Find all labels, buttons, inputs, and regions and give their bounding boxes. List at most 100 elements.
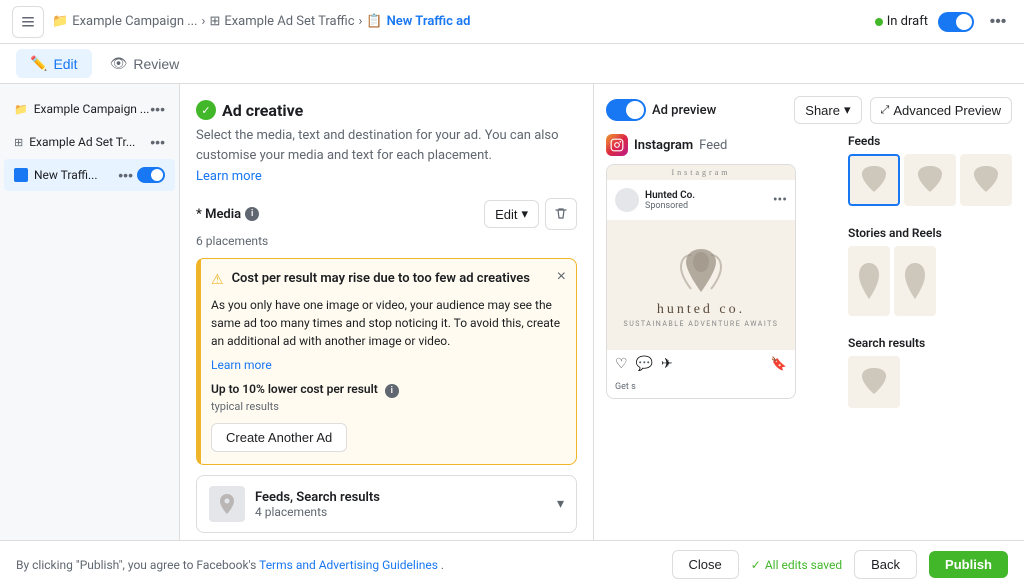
adset-dots-button[interactable]: ••• xyxy=(150,134,165,150)
ad-creative-title: Ad creative xyxy=(222,101,303,120)
stories-thumb-row xyxy=(848,246,1012,316)
preview-thumbs: Feeds xyxy=(848,134,1012,418)
tab-review[interactable]: 👁 Review xyxy=(96,49,194,78)
sidebar-item-ad[interactable]: New Traffi... ••• xyxy=(4,159,175,191)
learn-more-link[interactable]: Learn more xyxy=(196,169,262,184)
share-chevron-icon: ▾ xyxy=(844,102,851,118)
feeds-title: Feeds, Search results xyxy=(255,490,380,505)
preview-content: Instagram Feed Instagram Hunted Co. Spon… xyxy=(606,134,1012,418)
ad-creative-desc: Select the media, text and destination f… xyxy=(196,126,577,165)
ig-mock-header: Hunted Co. Sponsored ••• xyxy=(607,180,795,220)
main-content: 📁 Example Campaign ... ••• ⊞ Example Ad … xyxy=(0,84,1024,540)
thumb-feed-1[interactable] xyxy=(848,154,900,206)
feeds-subtitle: 4 placements xyxy=(255,505,380,519)
placements-count: 6 placements xyxy=(196,234,577,248)
feeds-thumbnail xyxy=(209,486,245,522)
chevron-down-icon: ▾ xyxy=(521,206,528,222)
media-row: * Media i Edit ▾ xyxy=(196,198,577,230)
bottom-bar: By clicking "Publish", you agree to Face… xyxy=(0,540,1024,588)
warning-header: ⚠ Cost per result may rise due to too fe… xyxy=(211,271,562,288)
center-panel: ✓ Ad creative Select the media, text and… xyxy=(180,84,594,540)
feeds-thumb-row xyxy=(848,154,1012,206)
status-badge: In draft xyxy=(875,14,928,29)
media-actions: Edit ▾ xyxy=(484,198,577,230)
ig-more-icon[interactable]: ••• xyxy=(773,192,787,208)
share-button[interactable]: Share ▾ xyxy=(794,96,861,124)
preview-toggle-switch[interactable] xyxy=(606,99,646,121)
ig-tagline: SUSTAINABLE ADVENTURE AWAITS xyxy=(624,320,779,328)
back-button[interactable]: Back xyxy=(854,550,917,579)
up-to-text: Up to 10% lower cost per result i xyxy=(211,382,562,398)
check-saved-icon: ✓ xyxy=(751,558,761,572)
ig-cta: Get s xyxy=(607,378,795,398)
disclaimer-text: By clicking "Publish", you agree to Face… xyxy=(16,558,660,572)
thumb-story-2[interactable] xyxy=(894,246,936,316)
ig-user: Hunted Co. Sponsored xyxy=(615,188,695,212)
media-info-icon[interactable]: i xyxy=(245,207,259,221)
ig-image: hunted co. SUSTAINABLE ADVENTURE AWAITS xyxy=(607,220,795,350)
expand-icon: ⤢ xyxy=(881,104,890,117)
campaign-icon: 📁 xyxy=(52,14,68,29)
delete-media-button[interactable] xyxy=(545,198,577,230)
preview-label: Ad preview xyxy=(652,103,716,118)
adset-icon: ⊞ xyxy=(209,14,220,29)
feeds-section: Feeds xyxy=(848,134,1012,216)
warning-border xyxy=(197,259,201,464)
check-icon: ✓ xyxy=(196,100,216,120)
ad-dots-button[interactable]: ••• xyxy=(118,167,133,183)
edit-icon: ✏️ xyxy=(30,55,47,72)
ig-action-buttons: ♡ 💬 ✈ xyxy=(615,356,673,372)
top-nav: 📁 Example Campaign ... › ⊞ Example Ad Se… xyxy=(0,0,1024,44)
warning-learn-more-link[interactable]: Learn more xyxy=(211,358,562,372)
ig-user-info: Hunted Co. Sponsored xyxy=(645,190,695,211)
stories-section-title: Stories and Reels xyxy=(848,226,1012,240)
ad-blue-icon xyxy=(14,168,28,182)
thumb-feed-3[interactable] xyxy=(960,154,1012,206)
terms-link[interactable]: Terms and Advertising Guidelines xyxy=(259,558,438,572)
advanced-preview-button[interactable]: ⤢ Advanced Preview xyxy=(870,97,1012,124)
more-options-button[interactable]: ••• xyxy=(984,8,1012,36)
up-to-info-icon[interactable]: i xyxy=(385,384,399,398)
status-toggle[interactable] xyxy=(938,12,974,32)
thumb-feed-2[interactable] xyxy=(904,154,956,206)
placement-label: Instagram Feed xyxy=(606,134,838,156)
close-button[interactable]: Close xyxy=(672,550,739,579)
tab-edit[interactable]: ✏️ Edit xyxy=(16,49,92,78)
thumb-story-1[interactable] xyxy=(848,246,890,316)
create-another-ad-button[interactable]: Create Another Ad xyxy=(211,423,347,452)
sidebar-item-campaign[interactable]: 📁 Example Campaign ... ••• xyxy=(4,93,175,125)
ig-avatar xyxy=(615,188,639,212)
preview-main: Instagram Feed Instagram Hunted Co. Spon… xyxy=(606,134,838,418)
sidebar-toggle-button[interactable] xyxy=(12,6,44,38)
breadcrumb-adset[interactable]: ⊞ Example Ad Set Traffic xyxy=(209,14,354,29)
preview-header: Ad preview Share ▾ ⤢ Advanced Preview xyxy=(606,96,1012,124)
warning-close-button[interactable]: × xyxy=(557,269,566,285)
warning-triangle-icon: ⚠ xyxy=(211,272,224,288)
right-panel: Ad preview Share ▾ ⤢ Advanced Preview xyxy=(594,84,1024,540)
feeds-info: Feeds, Search results 4 placements xyxy=(255,490,380,519)
feeds-chevron-icon: ▾ xyxy=(557,496,564,512)
ig-actions: ♡ 💬 ✈ 🔖 xyxy=(607,350,795,378)
ig-heart-icon[interactable]: ♡ xyxy=(615,356,628,372)
instagram-mock: Instagram Hunted Co. Sponsored ••• xyxy=(606,164,796,399)
edit-review-bar: ✏️ Edit 👁 Review xyxy=(0,44,1024,84)
search-thumb-row xyxy=(848,356,1012,408)
ig-comment-icon[interactable]: 💬 xyxy=(636,356,653,372)
feeds-section-title: Feeds xyxy=(848,134,1012,148)
breadcrumb-campaign[interactable]: 📁 Example Campaign ... xyxy=(52,14,198,29)
campaign-dots-button[interactable]: ••• xyxy=(150,101,165,117)
ig-brand-name: hunted co. xyxy=(657,302,745,318)
status-dot xyxy=(875,18,883,26)
stories-section: Stories and Reels xyxy=(848,226,1012,326)
ig-bookmark-icon[interactable]: 🔖 xyxy=(771,357,787,372)
breadcrumb: 📁 Example Campaign ... › ⊞ Example Ad Se… xyxy=(52,14,470,29)
ad-toggle[interactable] xyxy=(137,167,165,183)
edit-media-button[interactable]: Edit ▾ xyxy=(484,200,539,228)
sidebar-item-adset[interactable]: ⊞ Example Ad Set Tr... ••• xyxy=(4,126,175,158)
ig-share-icon[interactable]: ✈ xyxy=(661,356,673,372)
thumb-search-1[interactable] xyxy=(848,356,900,408)
feeds-row[interactable]: Feeds, Search results 4 placements ▾ xyxy=(196,475,577,533)
publish-button[interactable]: Publish xyxy=(929,551,1008,578)
breadcrumb-ad[interactable]: 📋 New Traffic ad xyxy=(366,14,470,29)
media-label: * Media i xyxy=(196,207,259,222)
